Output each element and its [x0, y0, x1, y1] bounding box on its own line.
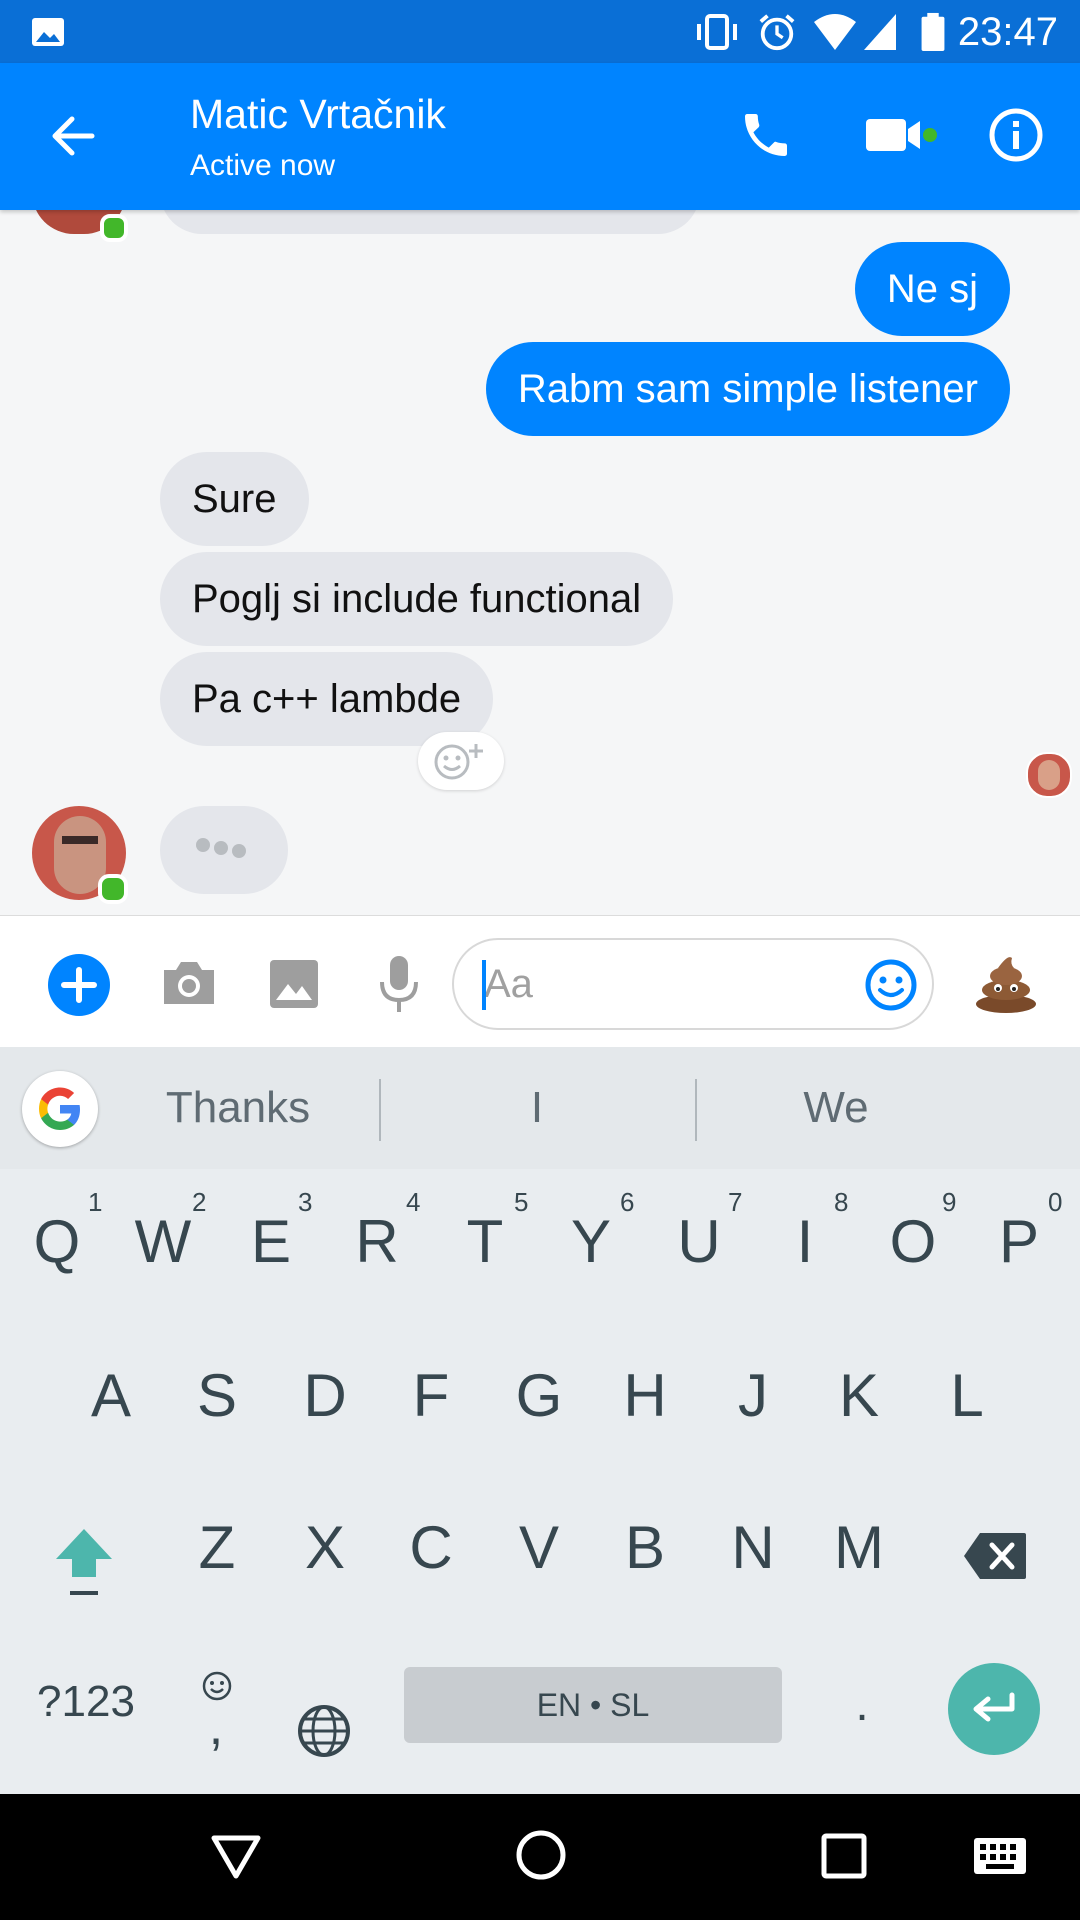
gallery-icon[interactable] [268, 958, 320, 1010]
message-bubble-received[interactable]: Sure [160, 452, 309, 546]
google-g-icon [39, 1087, 80, 1130]
enter-key[interactable] [948, 1663, 1040, 1755]
key-a[interactable]: A [70, 1361, 152, 1430]
contact-status: Active now [190, 149, 336, 182]
back-triangle-icon[interactable] [210, 1830, 262, 1882]
message-input[interactable] [482, 958, 846, 1010]
key-hint: 9 [942, 1187, 957, 1217]
key-d[interactable]: D [284, 1361, 366, 1430]
key-h[interactable]: H [604, 1361, 686, 1430]
key-s[interactable]: S [176, 1361, 258, 1430]
space-bar[interactable]: EN • SL [404, 1667, 782, 1743]
key-v[interactable]: V [498, 1513, 580, 1582]
phone-icon[interactable] [738, 107, 794, 163]
period-key[interactable]: . [842, 1677, 882, 1732]
key-hint: 0 [1048, 1187, 1063, 1217]
key-hint: 8 [834, 1187, 849, 1217]
navigation-bar [0, 1794, 1080, 1920]
symbols-key[interactable]: ?123 [26, 1677, 146, 1727]
soft-keyboard: Thanks I We Q W E R T Y U I O P 1 2 3 4 … [0, 1047, 1080, 1794]
message-thread[interactable]: Ne sj Rabm sam simple listener Sure Pogl… [0, 210, 1080, 915]
suggestion-2[interactable]: I [400, 1047, 674, 1169]
key-hint: 7 [728, 1187, 743, 1217]
camera-icon[interactable] [160, 958, 218, 1008]
key-m[interactable]: M [818, 1513, 900, 1582]
suggestion-3[interactable]: We [716, 1047, 956, 1169]
alarm-icon [759, 14, 795, 51]
emoji-icon[interactable] [864, 958, 918, 1012]
key-hint: 1 [88, 1187, 103, 1217]
key-hint: 3 [298, 1187, 313, 1217]
language-globe-icon[interactable] [296, 1703, 352, 1759]
message-bubble-received[interactable]: Poglj si include functional [160, 552, 674, 646]
google-button[interactable] [22, 1071, 98, 1147]
plus-icon[interactable] [48, 954, 110, 1016]
backspace-icon[interactable] [962, 1531, 1028, 1581]
home-circle-icon[interactable] [514, 1828, 568, 1882]
key-n[interactable]: N [712, 1513, 794, 1582]
signal-icon [864, 14, 896, 50]
key-q[interactable]: Q [16, 1207, 98, 1276]
info-icon[interactable] [988, 107, 1044, 163]
message-bubble-previous[interactable] [160, 210, 700, 234]
message-input-container[interactable] [452, 938, 934, 1030]
key-hint: 6 [620, 1187, 635, 1217]
status-time: 23:47 [957, 10, 1058, 54]
microphone-icon[interactable] [378, 954, 420, 1014]
image-icon [32, 18, 64, 46]
key-l[interactable]: L [926, 1361, 1008, 1430]
key-g[interactable]: G [498, 1361, 580, 1430]
add-reaction-icon [434, 744, 483, 780]
online-indicator [100, 214, 128, 242]
typing-indicator [160, 806, 288, 894]
message-composer [0, 915, 1080, 1048]
suggestion-divider [695, 1079, 697, 1141]
suggestion-divider [379, 1079, 381, 1141]
comma-key[interactable]: , [186, 1697, 246, 1757]
shift-icon[interactable] [52, 1525, 116, 1601]
conversation-header: Matic Vrtačnik Active now [0, 63, 1080, 210]
key-hint: 5 [514, 1187, 529, 1217]
key-hint: 4 [406, 1187, 421, 1217]
key-c[interactable]: C [390, 1513, 472, 1582]
key-b[interactable]: B [604, 1513, 686, 1582]
status-bar: 23:47 [0, 0, 1080, 63]
key-f[interactable]: F [390, 1361, 472, 1430]
suggestion-strip: Thanks I We [0, 1047, 1080, 1169]
suggestion-1[interactable]: Thanks [120, 1047, 356, 1169]
message-bubble-sent[interactable]: Ne sj [854, 242, 1010, 336]
poop-emoji-icon[interactable] [974, 952, 1038, 1014]
key-hint: 2 [192, 1187, 207, 1217]
key-z[interactable]: Z [176, 1513, 258, 1582]
online-indicator [98, 874, 128, 904]
key-k[interactable]: K [818, 1361, 900, 1430]
wifi-icon [814, 14, 856, 50]
battery-icon [921, 12, 945, 52]
add-reaction-button[interactable] [418, 732, 504, 790]
key-x[interactable]: X [284, 1513, 366, 1582]
text-caret [482, 960, 486, 1010]
keyboard-switch-icon[interactable] [972, 1836, 1028, 1876]
contact-name[interactable]: Matic Vrtačnik [190, 91, 446, 138]
key-j[interactable]: J [712, 1361, 794, 1430]
enter-icon [973, 1692, 1015, 1722]
read-receipt-avatar [1026, 752, 1072, 798]
back-arrow-icon[interactable] [48, 111, 98, 161]
recents-square-icon[interactable] [820, 1832, 868, 1880]
message-bubble-sent[interactable]: Rabm sam simple listener [485, 342, 1010, 436]
vibrate-icon [697, 14, 737, 50]
video-icon[interactable] [864, 113, 938, 157]
typing-dots-icon [196, 838, 246, 858]
